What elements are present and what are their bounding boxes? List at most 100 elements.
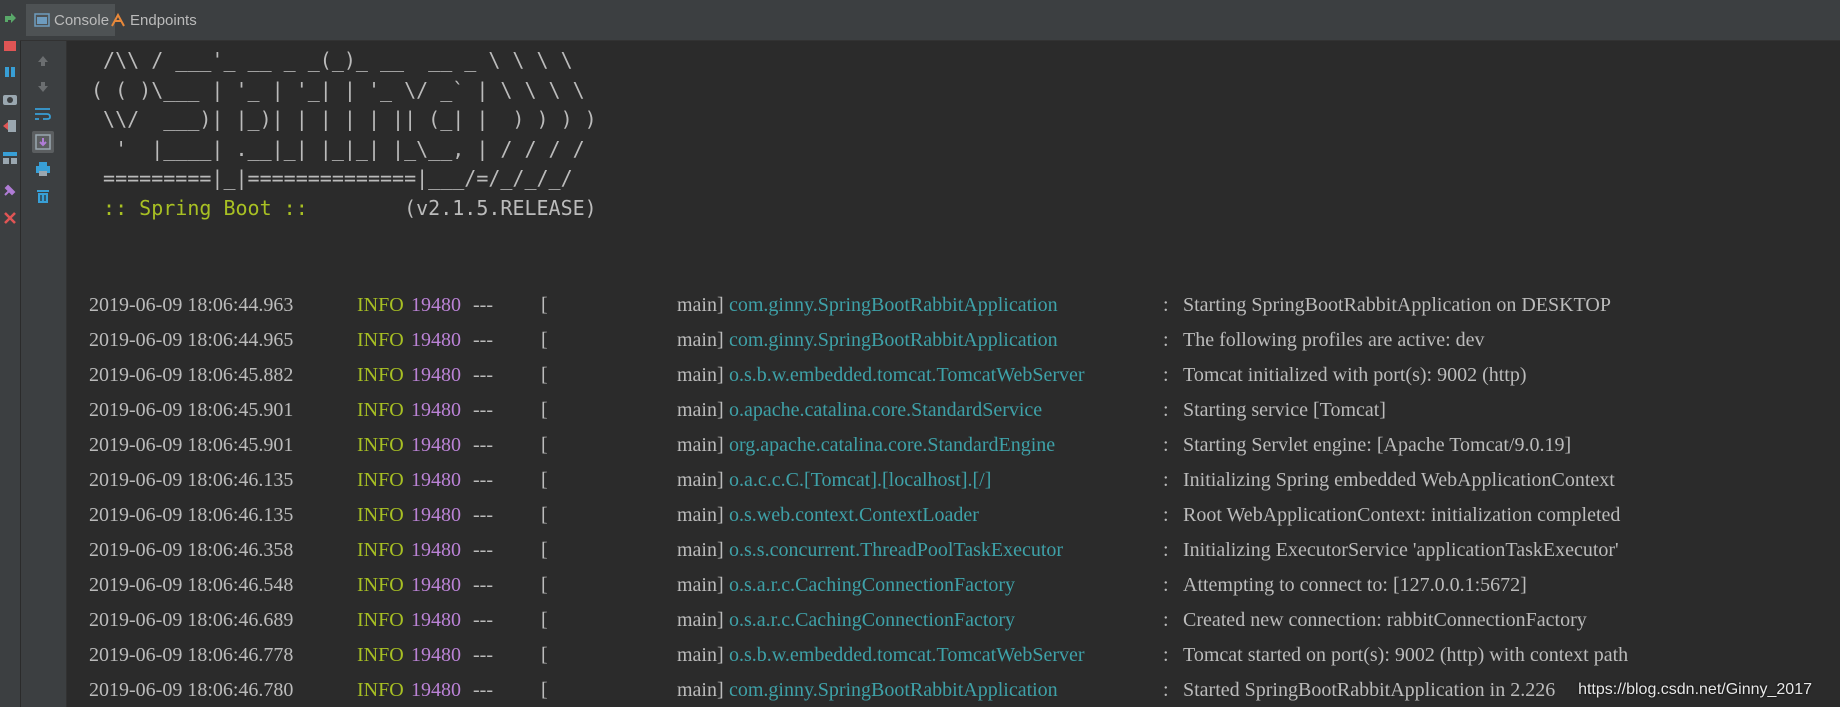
log-line: 2019-06-09 18:06:45.901 INFO 19480 --- main o…: [89, 428, 1840, 463]
log-line: 2019-06-09 18:06:46.135 INFO 19480 --- main o…: [89, 463, 1840, 498]
colon: :: [1163, 294, 1169, 316]
log-timestamp: 2019-06-09 18:06:46.780: [89, 679, 294, 701]
log-thread: main: [677, 609, 717, 631]
log-logger: com.ginny.SpringBootRabbitApplication: [729, 329, 1058, 351]
spring-boot-label: :: Spring Boot ::: [91, 195, 320, 220]
bracket-close: ]: [717, 574, 724, 596]
rerun-icon[interactable]: [2, 10, 18, 26]
log-thread: main: [677, 574, 717, 596]
log-message: Starting service [Tomcat]: [1183, 399, 1386, 421]
bracket-open: [: [541, 399, 548, 421]
log-level: INFO: [357, 679, 404, 701]
log-message: Starting SpringBootRabbitApplication on …: [1183, 294, 1611, 316]
log-pid: 19480: [411, 294, 461, 316]
log-line: 2019-06-09 18:06:44.965 INFO 19480 --- main c…: [89, 323, 1840, 358]
log-message: Created new connection: rabbitConnection…: [1183, 609, 1587, 631]
tab-console-label: Console: [54, 11, 110, 29]
log-timestamp: 2019-06-09 18:06:46.548: [89, 574, 294, 596]
pin-icon[interactable]: [2, 182, 18, 198]
log-timestamp: 2019-06-09 18:06:44.965: [89, 329, 294, 351]
log-logger: o.s.b.w.embedded.tomcat.TomcatWebServer: [729, 364, 1085, 386]
console-output[interactable]: /\\ / ___'_ __ _ _(_)_ __ __ _ \ \ \ \ (…: [67, 41, 1840, 707]
scroll-to-end-button[interactable]: [32, 131, 54, 153]
colon: :: [1163, 329, 1169, 351]
log-separator: ---: [473, 294, 493, 316]
log-line: 2019-06-09 18:06:45.901 INFO 19480 --- main o…: [89, 393, 1840, 428]
log-timestamp: 2019-06-09 18:06:45.901: [89, 399, 294, 421]
log-timestamp: 2019-06-09 18:06:46.135: [89, 469, 294, 491]
down-arrow-button[interactable]: [32, 76, 54, 98]
soft-wrap-button[interactable]: [32, 103, 54, 125]
log-separator: ---: [473, 329, 493, 351]
log-message: Attempting to connect to: [127.0.0.1:567…: [1183, 574, 1527, 596]
log-logger: com.ginny.SpringBootRabbitApplication: [729, 679, 1058, 701]
bracket-close: ]: [717, 644, 724, 666]
banner-line: ( ( )\___ | '_ | '_| | '_ \/ _` | \ \ \ …: [91, 77, 585, 102]
clear-all-button[interactable]: [32, 185, 54, 207]
log-thread: main: [677, 679, 717, 701]
run-toolbar: [0, 0, 21, 707]
bracket-open: [: [541, 329, 548, 351]
bracket-close: ]: [717, 504, 724, 526]
bracket-open: [: [541, 609, 548, 631]
console-icon: [34, 13, 50, 27]
log-message: The following profiles are active: dev: [1183, 329, 1485, 351]
log-logger: o.s.a.r.c.CachingConnectionFactory: [729, 574, 1016, 596]
bracket-open: [: [541, 294, 548, 316]
log-level: INFO: [357, 434, 404, 456]
bracket-open: [: [541, 364, 548, 386]
bracket-close: ]: [717, 364, 724, 386]
colon: :: [1163, 469, 1169, 491]
log-level: INFO: [357, 294, 404, 316]
dump-threads-icon[interactable]: [2, 92, 18, 108]
up-arrow-button[interactable]: [32, 50, 54, 72]
bracket-close: ]: [717, 609, 724, 631]
log-logger: com.ginny.SpringBootRabbitApplication: [729, 294, 1058, 316]
bracket-open: [: [541, 469, 548, 491]
log-logger: o.a.c.c.C.[Tomcat].[localhost].[/]: [729, 469, 992, 491]
scroll-to-end-icon: [35, 134, 51, 150]
log-level: INFO: [357, 504, 404, 526]
log-pid: 19480: [411, 399, 461, 421]
bracket-close: ]: [717, 294, 724, 316]
log-pid: 19480: [411, 609, 461, 631]
stop-icon[interactable]: [2, 38, 18, 54]
tab-endpoints-label: Endpoints: [130, 11, 197, 29]
log-thread: main: [677, 329, 717, 351]
layout-icon[interactable]: [2, 150, 18, 166]
log-thread: main: [677, 399, 717, 421]
log-message: Tomcat started on port(s): 9002 (http) w…: [1183, 644, 1629, 666]
log-separator: ---: [473, 434, 493, 456]
banner-line: ' |____| .__|_| |_|_| |_\__, | / / / /: [91, 136, 585, 161]
spring-boot-version: (v2.1.5.RELEASE): [319, 195, 597, 220]
colon: :: [1163, 399, 1169, 421]
exit-icon[interactable]: [2, 118, 18, 134]
log-level: INFO: [357, 329, 404, 351]
close-icon[interactable]: [2, 210, 18, 226]
log-pid: 19480: [411, 469, 461, 491]
pause-icon[interactable]: [2, 64, 18, 80]
bracket-open: [: [541, 644, 548, 666]
log-logger: o.s.b.w.embedded.tomcat.TomcatWebServer: [729, 644, 1085, 666]
print-button[interactable]: [32, 158, 54, 180]
colon: :: [1163, 504, 1169, 526]
log-thread: main: [677, 504, 717, 526]
log-pid: 19480: [411, 644, 461, 666]
log-separator: ---: [473, 399, 493, 421]
tab-endpoints[interactable]: Endpoints: [102, 4, 203, 36]
print-icon: [36, 162, 50, 176]
log-timestamp: 2019-06-09 18:06:45.901: [89, 434, 294, 456]
colon: :: [1163, 644, 1169, 666]
log-thread: main: [677, 294, 717, 316]
bracket-close: ]: [717, 679, 724, 701]
log-message: Started SpringBootRabbitApplication in 2…: [1183, 679, 1556, 701]
log-thread: main: [677, 539, 717, 561]
log-logger: o.apache.catalina.core.StandardService: [729, 399, 1043, 421]
log-pid: 19480: [411, 329, 461, 351]
log-separator: ---: [473, 469, 493, 491]
log-thread: main: [677, 469, 717, 491]
colon: :: [1163, 539, 1169, 561]
log-logger: o.s.a.r.c.CachingConnectionFactory: [729, 609, 1016, 631]
log-separator: ---: [473, 539, 493, 561]
log-level: INFO: [357, 574, 404, 596]
